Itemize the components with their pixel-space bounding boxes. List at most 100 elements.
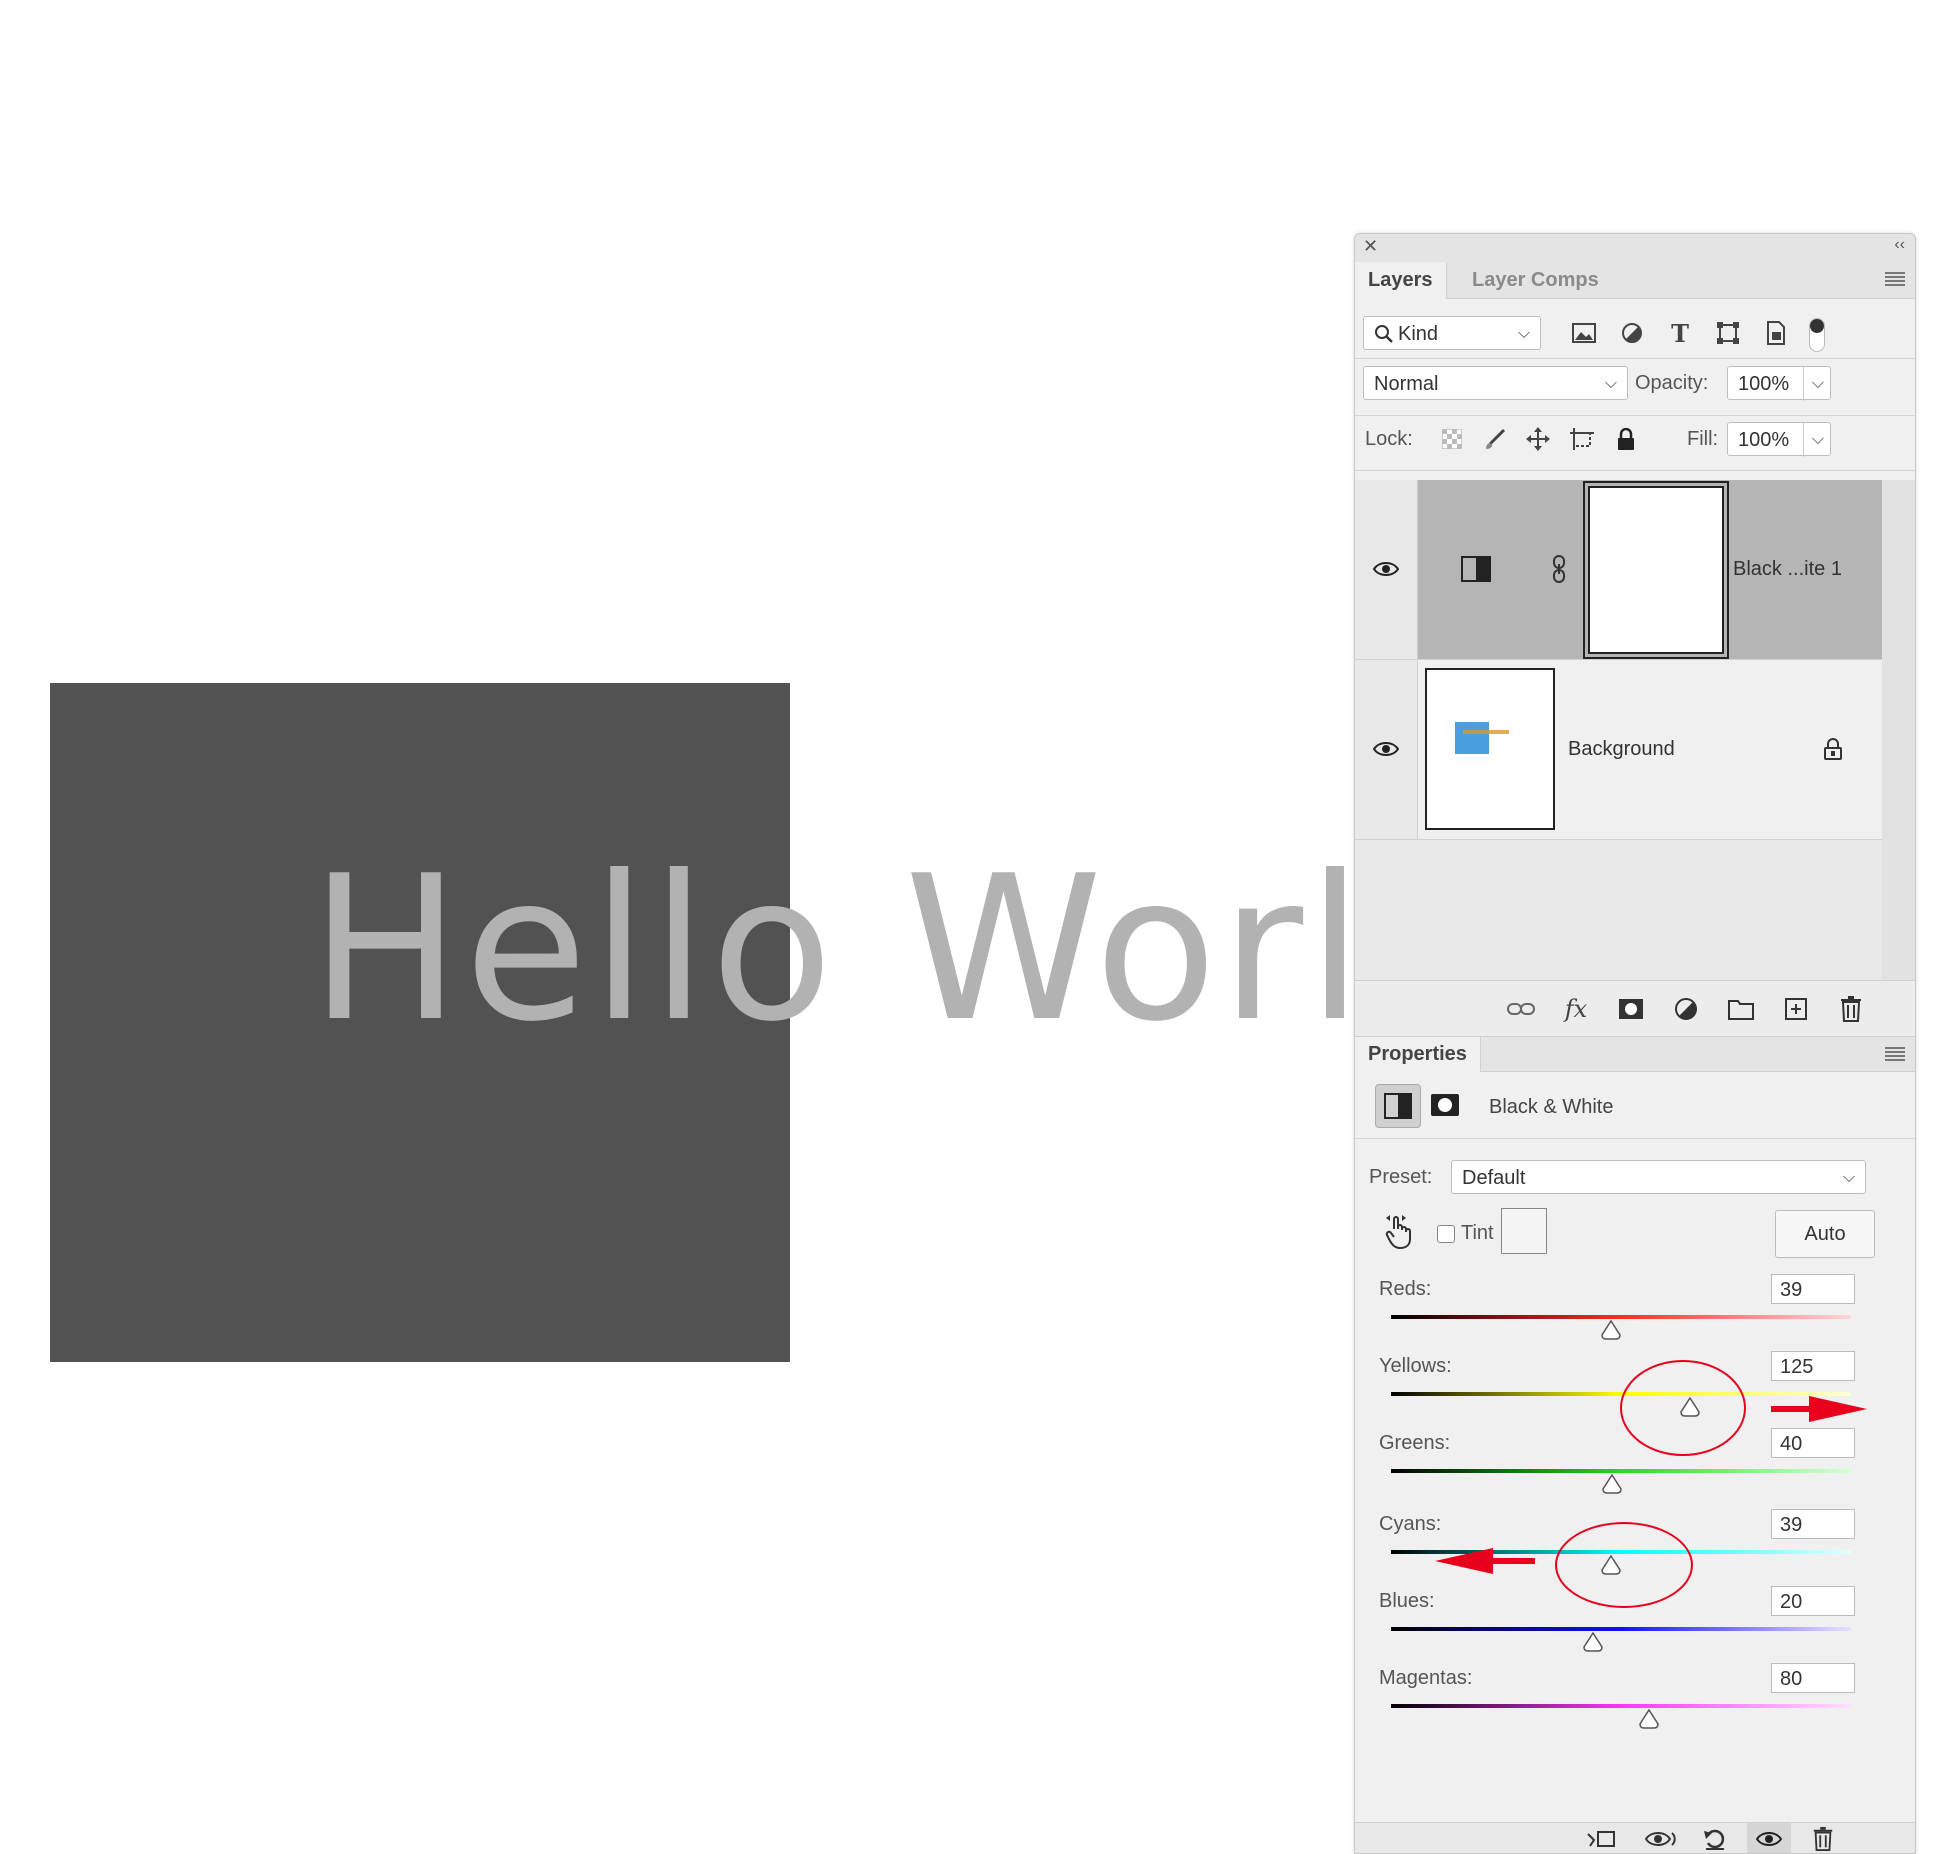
- lock-all-icon[interactable]: [1611, 424, 1641, 454]
- adjustment-type-button[interactable]: [1375, 1084, 1421, 1128]
- opacity-field[interactable]: 100% ⌵: [1727, 366, 1831, 401]
- blend-mode-dropdown[interactable]: Normal ⌵: [1363, 366, 1628, 400]
- lock-pixels-brush-icon[interactable]: [1480, 424, 1510, 454]
- smart-object-filter-icon[interactable]: [1759, 316, 1793, 350]
- slider-handle[interactable]: [1638, 1709, 1660, 1729]
- mask-link-icon[interactable]: [1547, 552, 1571, 586]
- slider-label: Greens:: [1379, 1432, 1451, 1454]
- layer-name[interactable]: Background: [1568, 738, 1675, 761]
- slider-value-field[interactable]: 40: [1771, 1428, 1855, 1458]
- preset-dropdown[interactable]: Default ⌵: [1451, 1160, 1866, 1194]
- preset-value: Default: [1462, 1167, 1526, 1189]
- slider-value-field[interactable]: 39: [1771, 1274, 1855, 1304]
- panel-titlebar: ✕ ‹‹: [1355, 234, 1915, 262]
- collapse-icon[interactable]: ‹‹: [1894, 236, 1905, 254]
- tint-color-swatch[interactable]: [1501, 1208, 1547, 1254]
- properties-footer: [1355, 1822, 1915, 1853]
- eye-icon[interactable]: [1369, 732, 1403, 766]
- adjustment-name: Black & White: [1489, 1096, 1614, 1118]
- auto-button[interactable]: Auto: [1775, 1210, 1875, 1258]
- chevron-down-icon: ⌵: [1604, 375, 1617, 392]
- type-filter-icon[interactable]: T: [1663, 316, 1697, 350]
- layer-row-black-white[interactable]: Black ...ite 1: [1355, 480, 1882, 660]
- opacity-label: Opacity:: [1635, 372, 1709, 394]
- slider-label: Cyans:: [1379, 1513, 1442, 1535]
- tab-properties[interactable]: Properties: [1355, 1037, 1481, 1072]
- slider-track[interactable]: [1391, 1469, 1851, 1473]
- view-previous-icon[interactable]: [1641, 1825, 1681, 1853]
- clip-to-layer-icon[interactable]: [1583, 1825, 1619, 1853]
- fill-field[interactable]: 100% ⌵: [1727, 422, 1831, 457]
- chevron-down-icon: ⌵: [1842, 1169, 1855, 1186]
- search-icon: [1374, 317, 1394, 362]
- annotation-arrow-left: [1435, 1546, 1535, 1581]
- mask-properties-icon[interactable]: [1427, 1090, 1463, 1120]
- layer-mask-thumbnail[interactable]: [1588, 486, 1724, 654]
- annotation-arrow-right: [1771, 1394, 1871, 1429]
- eye-icon[interactable]: [1369, 552, 1403, 586]
- adjustment-icon[interactable]: [1668, 991, 1704, 1027]
- link-icon[interactable]: [1503, 991, 1539, 1027]
- slider-label: Blues:: [1379, 1590, 1435, 1612]
- pixel-filter-icon[interactable]: [1567, 316, 1601, 350]
- layer-name[interactable]: Black ...ite 1: [1733, 558, 1842, 581]
- tab-layer-comps[interactable]: Layer Comps: [1459, 262, 1612, 298]
- filter-kind-dropdown[interactable]: Kind ⌵: [1363, 316, 1541, 350]
- trash-icon[interactable]: [1805, 1825, 1841, 1853]
- slider-value-field[interactable]: 20: [1771, 1586, 1855, 1616]
- slider-value-field[interactable]: 39: [1771, 1509, 1855, 1539]
- tab-layers[interactable]: Layers: [1355, 262, 1447, 299]
- filter-toggle[interactable]: [1809, 318, 1825, 352]
- visibility-icon[interactable]: [1747, 1823, 1791, 1853]
- lock-icon[interactable]: [1819, 734, 1847, 764]
- layers-properties-panel: ✕ ‹‹ Layers Layer Comps Kind ⌵ T Normal …: [1354, 233, 1916, 1854]
- slider-track[interactable]: [1391, 1627, 1851, 1631]
- black-white-adjustment-icon: [1459, 554, 1493, 584]
- black-white-icon: [1383, 1091, 1413, 1121]
- panel-menu-icon[interactable]: [1885, 1047, 1905, 1061]
- shape-filter-icon[interactable]: [1711, 316, 1745, 350]
- folder-icon[interactable]: [1723, 991, 1759, 1027]
- adjustment-filter-icon[interactable]: [1615, 316, 1649, 350]
- fx-icon[interactable]: fx: [1558, 991, 1594, 1027]
- slider-track[interactable]: [1391, 1315, 1851, 1319]
- layers-list: Black ...ite 1 Background: [1355, 480, 1882, 980]
- close-icon[interactable]: ✕: [1363, 236, 1378, 257]
- mask-icon[interactable]: [1613, 991, 1649, 1027]
- fill-label: Fill:: [1687, 428, 1719, 450]
- document-canvas: Hello World: [0, 0, 1494, 1852]
- opacity-value: 100%: [1738, 373, 1790, 395]
- blend-mode-value: Normal: [1374, 373, 1439, 395]
- layers-scrollbar[interactable]: [1882, 480, 1915, 980]
- canvas-text: Hello World: [310, 833, 1498, 1066]
- slider-label: Reds:: [1379, 1278, 1432, 1300]
- visibility-column: [1355, 480, 1418, 659]
- panel-menu-icon[interactable]: [1885, 272, 1905, 286]
- properties-tab-row: Properties: [1355, 1036, 1915, 1072]
- chevron-down-icon[interactable]: ⌵: [1802, 367, 1824, 401]
- lock-transparent-icon[interactable]: [1437, 424, 1467, 454]
- fill-value: 100%: [1738, 429, 1790, 451]
- reset-icon[interactable]: [1697, 1825, 1733, 1853]
- new-layer-icon[interactable]: [1778, 991, 1814, 1027]
- slider-label: Magentas:: [1379, 1667, 1473, 1689]
- filter-kind-label: Kind: [1398, 323, 1439, 345]
- lock-position-move-icon[interactable]: [1523, 424, 1553, 454]
- preset-label: Preset:: [1369, 1166, 1433, 1188]
- trash-icon[interactable]: [1833, 991, 1869, 1027]
- lock-artboard-icon[interactable]: [1567, 424, 1597, 454]
- lock-label: Lock:: [1365, 428, 1413, 450]
- visibility-column: [1355, 660, 1418, 839]
- targeted-adjustment-hand-icon[interactable]: [1381, 1212, 1417, 1252]
- chevron-down-icon[interactable]: ⌵: [1802, 423, 1824, 457]
- tint-checkbox[interactable]: [1437, 1225, 1455, 1243]
- slider-handle[interactable]: [1582, 1632, 1604, 1652]
- slider-handle[interactable]: [1600, 1320, 1622, 1340]
- slider-value-field[interactable]: 125: [1771, 1351, 1855, 1381]
- layers-footer: fx: [1355, 980, 1915, 1037]
- slider-value-field[interactable]: 80: [1771, 1663, 1855, 1693]
- slider-track[interactable]: [1391, 1704, 1851, 1708]
- background-thumbnail[interactable]: [1425, 668, 1555, 830]
- layer-row-background[interactable]: Background: [1355, 660, 1882, 840]
- slider-handle[interactable]: [1601, 1474, 1623, 1494]
